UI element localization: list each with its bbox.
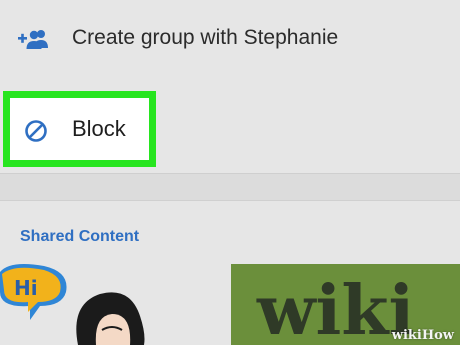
conversation-settings-page: Create group with Stephanie Block Shared… <box>0 0 460 345</box>
shared-content-title: Shared Content <box>20 228 140 245</box>
section-separator <box>0 174 460 200</box>
wikihow-watermark: wikiHow <box>391 328 454 343</box>
create-group-row[interactable]: Create group with Stephanie <box>0 14 460 66</box>
svg-text:Hi: Hi <box>14 276 38 300</box>
block-icon <box>24 119 48 143</box>
svg-text:wiki: wiki <box>256 271 414 345</box>
shared-thumbnail-bitmoji[interactable]: Hi <box>0 264 220 345</box>
add-group-icon <box>18 28 50 52</box>
block-label: Block <box>72 116 126 141</box>
divider <box>0 200 460 201</box>
create-group-label: Create group with Stephanie <box>72 26 339 49</box>
